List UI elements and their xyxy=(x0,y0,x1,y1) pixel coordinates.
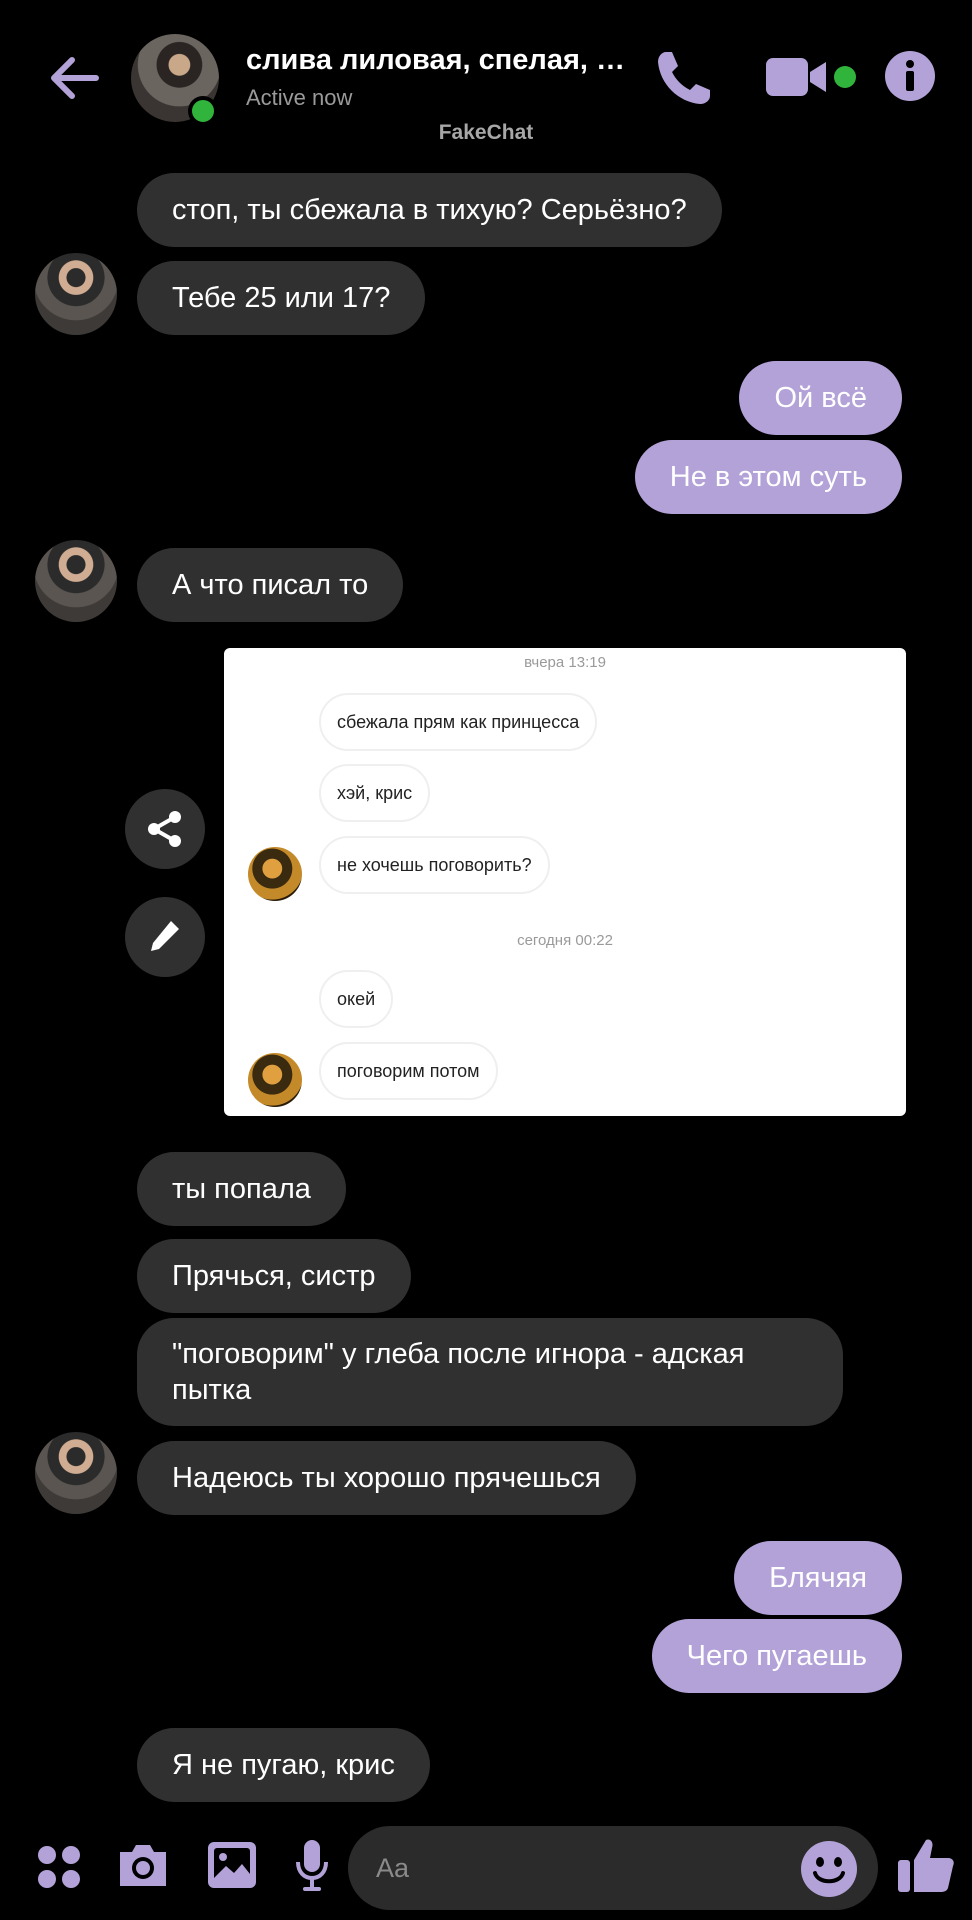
back-arrow-icon[interactable] xyxy=(44,48,104,108)
screenshot-bubble: хэй, крис xyxy=(319,764,431,822)
message-incoming[interactable]: Прячься, систр xyxy=(137,1239,411,1313)
message-outgoing[interactable]: Чего пугаешь xyxy=(651,1619,902,1693)
screenshot-timestamp: вчера 13:19 xyxy=(524,654,606,671)
share-icon xyxy=(148,811,181,847)
info-icon[interactable] xyxy=(884,50,936,102)
camera-icon[interactable] xyxy=(116,1840,170,1890)
message-incoming[interactable]: Я не пугаю, крис xyxy=(137,1728,430,1802)
phone-icon[interactable] xyxy=(652,46,716,110)
message-input-container[interactable] xyxy=(348,1826,878,1910)
pencil-icon xyxy=(151,921,179,951)
composer-bar xyxy=(0,1810,972,1920)
edit-button[interactable] xyxy=(125,897,205,977)
message-incoming[interactable]: ты попала xyxy=(137,1152,346,1226)
screenshot-bubble: сбежала прям как принцесса xyxy=(319,693,598,751)
message-incoming[interactable]: стоп, ты сбежала в тихую? Серьёзно? xyxy=(137,173,722,247)
sender-avatar[interactable] xyxy=(35,1432,117,1514)
video-active-dot xyxy=(834,66,856,88)
message-outgoing[interactable]: Не в этом суть xyxy=(634,440,902,514)
sender-avatar[interactable] xyxy=(35,253,117,335)
message-incoming[interactable]: А что писал то xyxy=(137,548,404,622)
message-incoming[interactable]: Надеюсь ты хорошо прячешься xyxy=(137,1441,636,1515)
message-incoming[interactable]: "поговорим" у глеба после игнора - адска… xyxy=(137,1318,843,1426)
screenshot-bubble: окей xyxy=(319,970,394,1028)
video-icon[interactable] xyxy=(764,54,830,100)
screenshot-avatar xyxy=(248,847,302,901)
screenshot-timestamp: сегодня 00:22 xyxy=(517,932,613,949)
thumbs-up-icon[interactable] xyxy=(896,1836,956,1894)
shared-screenshot[interactable]: вчера 13:19 сбежала прям как принцесса х… xyxy=(224,648,906,1116)
gallery-icon[interactable] xyxy=(206,1840,258,1890)
screenshot-bubble: поговорим потом xyxy=(319,1042,498,1100)
emoji-icon[interactable] xyxy=(800,1840,858,1898)
message-input[interactable] xyxy=(376,1848,776,1888)
contact-name[interactable]: слива лиловая, спелая, с... xyxy=(246,44,630,77)
message-outgoing[interactable]: Ой всё xyxy=(739,361,902,435)
apps-icon[interactable] xyxy=(36,1844,82,1890)
share-button[interactable] xyxy=(125,789,205,869)
screenshot-avatar xyxy=(248,1053,302,1107)
chat-header: слива лиловая, спелая, с... Active now F… xyxy=(0,0,972,150)
contact-status: Active now xyxy=(246,85,353,110)
message-outgoing[interactable]: Блячяя xyxy=(734,1541,902,1615)
watermark: FakeChat xyxy=(438,121,534,144)
sender-avatar[interactable] xyxy=(35,540,117,622)
mic-icon[interactable] xyxy=(294,1838,330,1894)
screenshot-bubble: не хочешь поговорить? xyxy=(319,836,550,894)
message-incoming[interactable]: Тебе 25 или 17? xyxy=(137,261,426,335)
